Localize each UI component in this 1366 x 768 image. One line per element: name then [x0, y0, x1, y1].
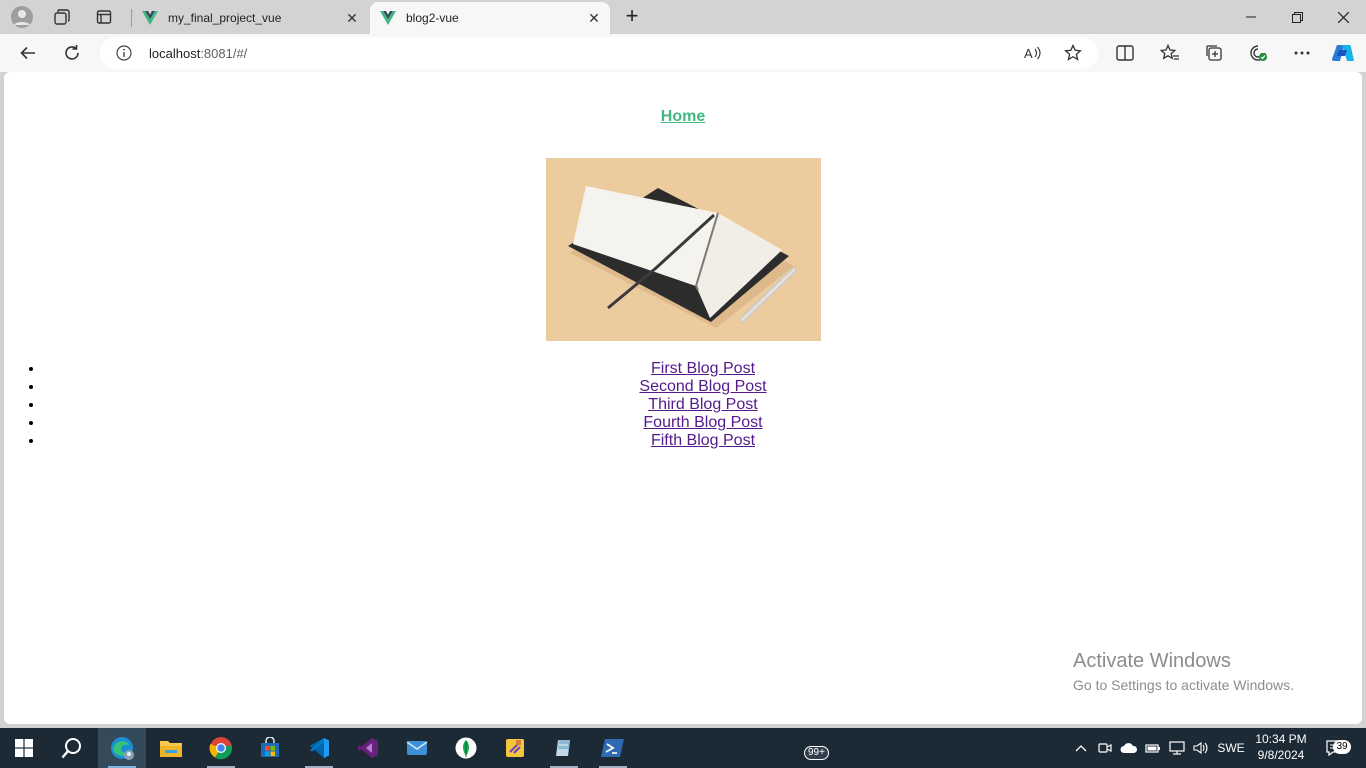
tab-title: blog2-vue [406, 11, 459, 25]
list-item: Fourth Blog Post [44, 414, 1362, 432]
volume-icon[interactable] [1190, 728, 1212, 768]
taskbar-file-explorer-icon[interactable] [147, 728, 195, 768]
taskbar-vscode-icon[interactable] [295, 728, 343, 768]
page-viewport: Home First Blog Post Second Blog Post [4, 72, 1362, 724]
language-indicator[interactable]: SWE [1214, 728, 1248, 768]
favorite-star-icon[interactable] [1062, 43, 1084, 63]
taskbar-chrome-icon[interactable] [197, 728, 245, 768]
vue-icon [142, 10, 158, 26]
url-path: :8081/#/ [200, 46, 248, 61]
watermark-title: Activate Windows [1073, 650, 1231, 672]
mail-badge: 99+ [804, 746, 829, 760]
workspaces-icon[interactable] [48, 4, 76, 30]
split-screen-icon[interactable] [1110, 39, 1140, 67]
post-link-first[interactable]: First Blog Post [651, 360, 755, 377]
clock-date: 9/8/2024 [1257, 748, 1305, 762]
url-host: localhost [149, 46, 201, 61]
tab-my-final-project-vue[interactable]: my_final_project_vue ✕ [132, 2, 368, 34]
browser-toolbar: localhost:8081/#/ A [0, 34, 1366, 72]
tab-title: my_final_project_vue [168, 11, 282, 25]
post-link-fifth[interactable]: Fifth Blog Post [651, 432, 755, 449]
taskbar-powershell-icon[interactable] [589, 728, 637, 768]
address-bar[interactable]: localhost:8081/#/ A [100, 37, 1098, 69]
new-tab-button[interactable]: + [619, 5, 645, 29]
copilot-icon[interactable] [1328, 39, 1358, 67]
refresh-button[interactable] [57, 39, 87, 67]
collections-icon[interactable] [1199, 39, 1229, 67]
clock-time: 10:34 PM [1255, 732, 1307, 746]
close-tab-icon[interactable]: ✕ [582, 10, 606, 27]
onedrive-cloud-icon[interactable] [1118, 728, 1140, 768]
search-icon[interactable] [48, 728, 96, 768]
browser-tab-bar: my_final_project_vue ✕ blog2-vue ✕ + [0, 0, 1366, 34]
svg-text:A: A [1024, 46, 1033, 61]
notification-count-badge: 39 [1333, 740, 1351, 754]
taskbar-sticky-notes-icon[interactable] [491, 728, 539, 768]
taskbar-mongodb-icon[interactable] [442, 728, 490, 768]
restore-button[interactable] [1274, 0, 1320, 34]
back-button[interactable] [13, 39, 43, 67]
watermark-subtitle: Go to Settings to activate Windows. [1073, 677, 1294, 693]
url-text[interactable]: localhost:8081/#/ [149, 46, 247, 61]
taskbar-notepad-icon[interactable] [540, 728, 588, 768]
tab-actions-icon[interactable] [90, 4, 118, 30]
list-item: Third Blog Post [44, 396, 1362, 414]
post-link-second[interactable]: Second Blog Post [639, 378, 766, 395]
post-link-third[interactable]: Third Blog Post [648, 396, 757, 413]
windows-taskbar: 99+ SWE 10:34 PM 9/8/2024 39 [0, 728, 1366, 768]
read-aloud-icon[interactable]: A [1022, 43, 1044, 63]
post-link-fourth[interactable]: Fourth Blog Post [643, 414, 762, 431]
battery-plug-icon[interactable] [1142, 728, 1164, 768]
list-item: Second Blog Post [44, 378, 1362, 396]
minimize-button[interactable] [1228, 0, 1274, 34]
taskbar-mail-icon[interactable]: 99+ [393, 728, 829, 768]
blog-post-list: First Blog Post Second Blog Post Third B… [4, 360, 1362, 450]
taskbar-clock[interactable]: 10:34 PM 9/8/2024 [1252, 731, 1310, 763]
chevron-up-icon[interactable] [1070, 728, 1092, 768]
close-window-button[interactable] [1320, 0, 1366, 34]
favorites-icon[interactable] [1155, 39, 1185, 67]
start-button[interactable] [0, 728, 48, 768]
vue-icon [380, 10, 396, 26]
tab-blog2-vue[interactable]: blog2-vue ✕ [370, 2, 610, 34]
taskbar-store-icon[interactable] [246, 728, 294, 768]
browser-essentials-icon[interactable] [1243, 39, 1273, 67]
home-link[interactable]: Home [661, 108, 705, 125]
more-options-icon[interactable] [1287, 39, 1317, 67]
meet-now-icon[interactable] [1094, 728, 1116, 768]
list-item: Fifth Blog Post [44, 432, 1362, 450]
hero-notebook-image [546, 158, 821, 341]
site-info-icon[interactable] [116, 45, 132, 61]
close-tab-icon[interactable]: ✕ [340, 10, 364, 27]
network-icon[interactable] [1166, 728, 1188, 768]
nav: Home [4, 108, 1362, 126]
taskbar-edge-icon[interactable] [98, 728, 146, 768]
taskbar-visual-studio-icon[interactable] [344, 728, 392, 768]
activation-watermark: Activate Windows Go to Settings to activ… [1073, 650, 1294, 693]
profile-icon[interactable] [8, 4, 36, 30]
list-item: First Blog Post [44, 360, 1362, 378]
